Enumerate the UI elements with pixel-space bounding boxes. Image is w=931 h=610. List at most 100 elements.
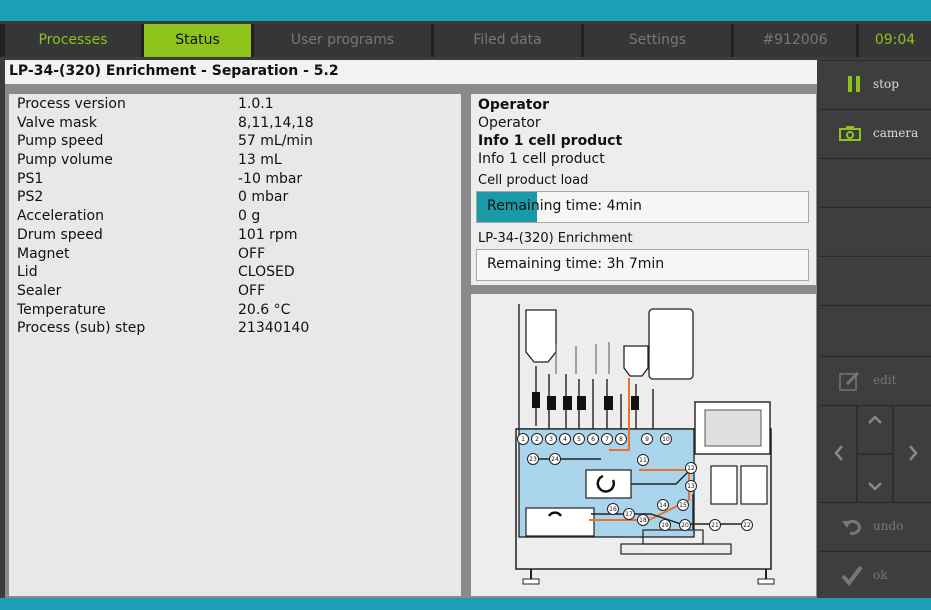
port-label: 20 — [681, 522, 689, 529]
parameter-value: 13 mL — [238, 152, 282, 169]
load-progress-bar: Remaining time: 4min — [476, 191, 809, 223]
parameter-row: Valve mask 8,11,14,18 — [17, 115, 314, 134]
parameter-row: PS2 0 mbar — [17, 189, 314, 208]
cell-product-heading: Info 1 cell product — [478, 133, 623, 149]
port-label: 14 — [659, 502, 667, 509]
tab-filed-data[interactable]: Filed data — [434, 24, 581, 57]
parameter-row: Process version 1.0.1 — [17, 96, 314, 115]
parameter-key: PS1 — [17, 170, 44, 187]
operator-heading: Operator — [478, 97, 549, 113]
port-8: 8 — [615, 433, 627, 445]
port-5: 5 — [573, 433, 585, 445]
parameter-key: Temperature — [17, 301, 106, 318]
parameter-key: Pump speed — [17, 133, 104, 150]
parameter-row: Temperature 20.6 °C — [17, 302, 314, 321]
tab-processes[interactable]: Processes — [5, 24, 141, 57]
main-tab-bar: Processes Status User programs Filed dat… — [0, 24, 931, 57]
ok-button[interactable]: ok — [819, 551, 931, 598]
tab-user-programs[interactable]: User programs — [254, 24, 431, 57]
tubing-diagram-panel: 1 2 3 4 5 6 7 8 9 10 11 12 13 14 15 16 17 18 19 20 21 22 23 24 — [471, 294, 816, 596]
port-17: 17 — [623, 508, 635, 520]
screen: { "tabs": [ {"label": "Processes"}, {"la… — [0, 0, 931, 610]
port-label: 8 — [619, 436, 623, 443]
parameter-list: Process version 1.0.1 Valve mask 8,11,14,18… — [17, 96, 314, 339]
port-label: 12 — [687, 465, 695, 472]
port-12: 12 — [685, 462, 697, 474]
port-label: 21 — [711, 522, 719, 529]
tab-status[interactable]: Status — [144, 24, 251, 57]
camera-button[interactable]: camera — [819, 109, 931, 157]
tubing-set-diagram: 1 2 3 4 5 6 7 8 9 1011121314 1516171819 20 21 2223 24 — [515, 304, 775, 585]
parameter-value: CLOSED — [238, 264, 295, 281]
pump-icon — [525, 507, 595, 537]
port-22: 22 — [741, 519, 753, 531]
bottom-accent-bar — [0, 598, 931, 610]
port-19: 19 — [659, 519, 671, 531]
port-label: 22 — [743, 522, 751, 529]
port-label: 1 — [521, 436, 525, 443]
parameter-row: Drum speed 101 rpm — [17, 227, 314, 246]
port-label: 13 — [687, 483, 695, 490]
port-label: 15 — [679, 502, 687, 509]
enrichment-progress-bar: Remaining time: 3h 7min — [476, 249, 809, 281]
device-id-label: #912006 — [734, 24, 856, 57]
parameter-value: OFF — [238, 245, 266, 262]
port-13: 13 — [685, 480, 697, 492]
undo-label: undo — [873, 519, 904, 533]
parameter-value: 57 mL/min — [238, 133, 313, 150]
parameter-key: Magnet — [17, 245, 70, 262]
port-11: 11 — [637, 454, 649, 466]
centrifuge-icon — [585, 469, 632, 499]
port-label: 3 — [549, 436, 553, 443]
enrichment-label: LP-34-(320) Enrichment — [478, 231, 633, 246]
parameter-value: OFF — [238, 282, 266, 299]
port-label: 24 — [551, 456, 559, 463]
parameter-row: Magnet OFF — [17, 246, 314, 265]
stop-button[interactable]: stop — [819, 60, 931, 108]
undo-button[interactable]: undo — [819, 502, 931, 550]
port-label: 16 — [609, 506, 617, 513]
process-title-bar: LP-34-(320) Enrichment - Separation - 5.… — [5, 60, 817, 84]
navigation-pad — [819, 405, 931, 502]
port-10: 10 — [660, 433, 672, 445]
port-label: 23 — [529, 456, 537, 463]
port-24: 24 — [549, 453, 561, 465]
port-label: 2 — [535, 436, 539, 443]
waste-bag-icon — [648, 308, 694, 380]
parameter-key: Valve mask — [17, 114, 97, 131]
port-23: 23 — [527, 453, 539, 465]
edit-button[interactable]: edit — [819, 356, 931, 404]
port-9: 9 — [641, 433, 653, 445]
clock-label: 09:04 — [859, 24, 931, 57]
top-accent-bar — [0, 0, 931, 21]
arrow-right-icon[interactable] — [907, 444, 919, 462]
edit-label: edit — [873, 373, 897, 387]
load-label: Cell product load — [478, 173, 589, 188]
sidebar-empty-3 — [819, 256, 931, 304]
parameter-key: PS2 — [17, 189, 44, 206]
camera-icon — [839, 126, 861, 141]
parameter-row: PS1 -10 mbar — [17, 171, 314, 190]
arrow-up-icon[interactable] — [867, 414, 883, 426]
parameter-value: 101 rpm — [238, 226, 298, 243]
parameter-key: Lid — [17, 264, 38, 281]
check-icon — [841, 565, 863, 586]
arrow-down-icon[interactable] — [867, 480, 883, 492]
port-20: 20 — [679, 519, 691, 531]
cell-bag-icon — [623, 345, 649, 377]
parameter-value: 20.6 °C — [238, 301, 291, 318]
enrichment-remaining-text: Remaining time: 3h 7min — [487, 256, 665, 272]
load-remaining-text: Remaining time: 4min — [487, 198, 642, 214]
port-3: 3 — [545, 433, 557, 445]
camera-label: camera — [873, 126, 919, 140]
port-label: 11 — [639, 457, 647, 464]
buffer-bag-icon — [525, 309, 557, 363]
port-14: 14 — [657, 499, 669, 511]
port-label: 10 — [662, 436, 670, 443]
arrow-left-icon[interactable] — [833, 444, 845, 462]
edit-icon — [839, 371, 860, 391]
operator-value: Operator — [478, 115, 541, 131]
port-21: 21 — [709, 519, 721, 531]
parameter-key: Drum speed — [17, 226, 103, 243]
tab-settings[interactable]: Settings — [584, 24, 731, 57]
